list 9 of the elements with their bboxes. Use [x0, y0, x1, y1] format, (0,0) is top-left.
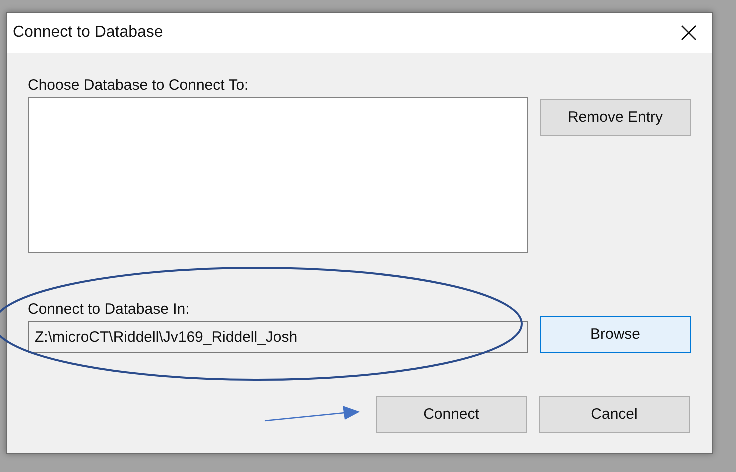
window-title: Connect to Database	[13, 24, 164, 42]
field-label: Connect to Database In:	[28, 300, 191, 320]
dialog-button[interactable]: Cancel	[539, 396, 690, 433]
close-icon	[681, 25, 697, 41]
remove-button[interactable]: Remove Entry	[540, 99, 691, 136]
browse-button[interactable]: Browse	[540, 316, 691, 353]
path-field[interactable]: Z:\microCT\Riddell\Jv169_Riddell_Josh	[28, 321, 528, 353]
field-label: Choose Database to Connect To:	[28, 76, 250, 96]
dialog-button[interactable]: Connect	[376, 396, 527, 433]
